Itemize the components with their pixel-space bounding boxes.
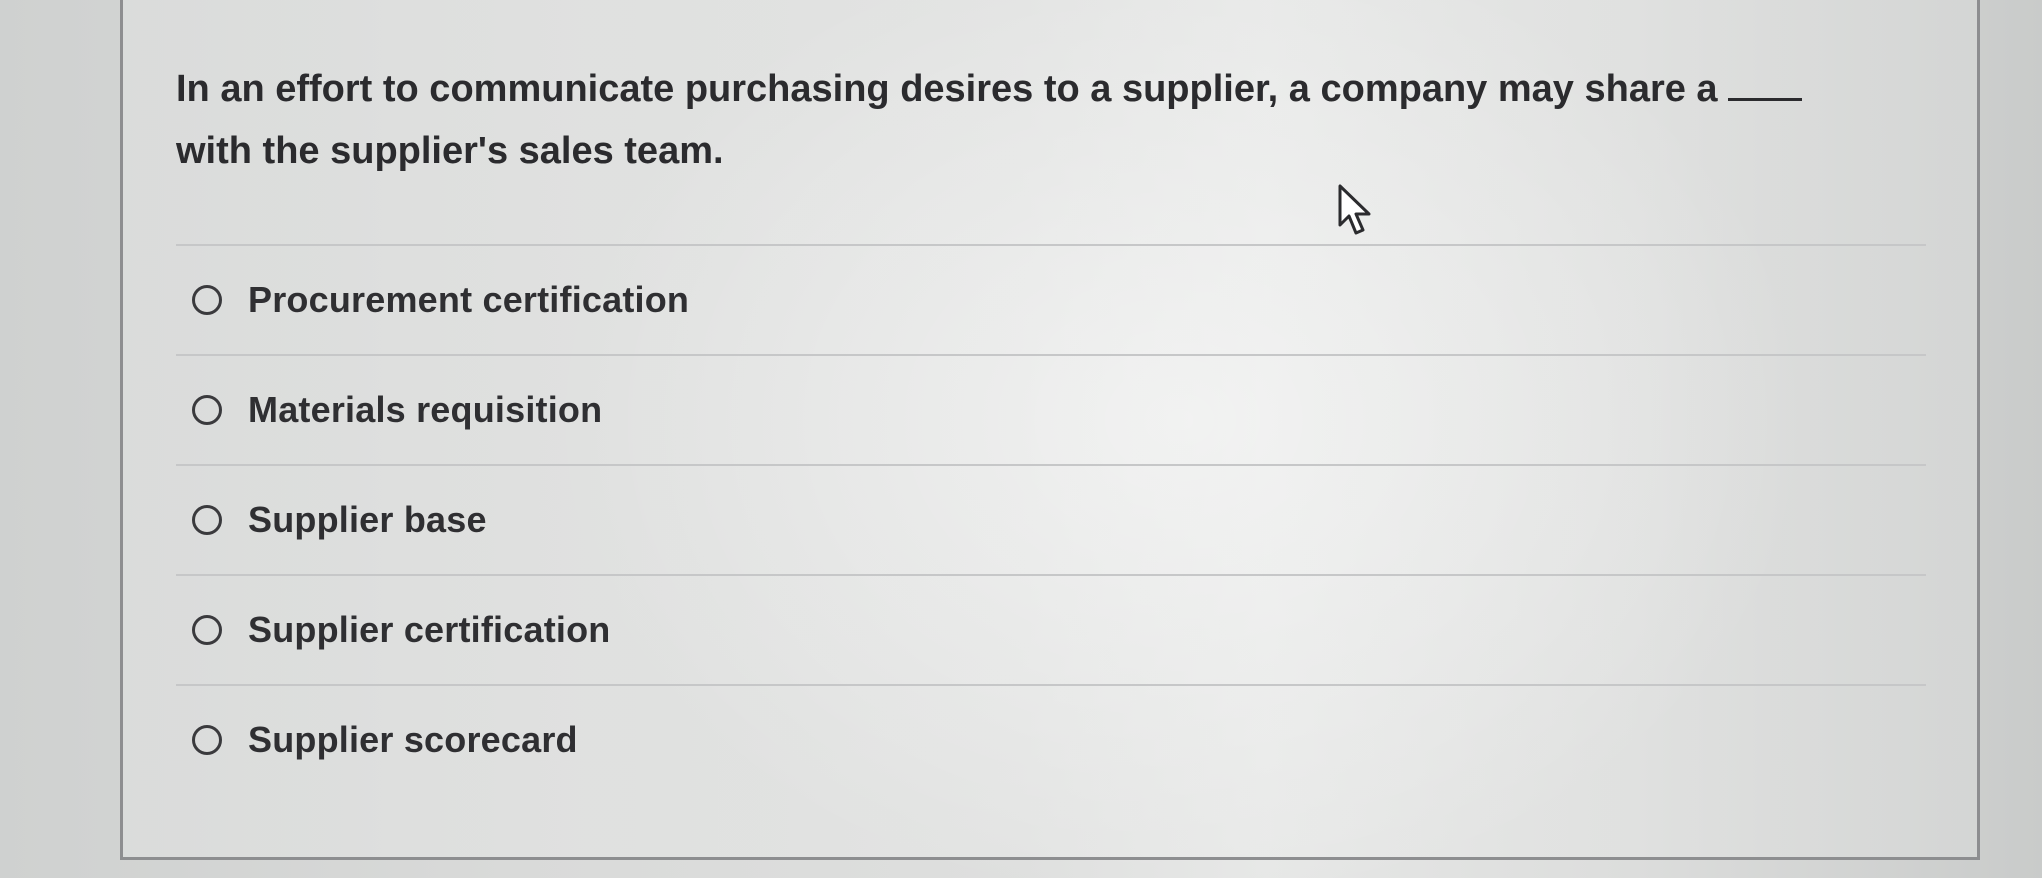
option-label: Supplier base (248, 499, 487, 540)
answer-options: Procurement certification Materials requ… (176, 244, 1926, 794)
option-supplier-base[interactable]: Supplier base (176, 466, 1926, 574)
option-label: Procurement certification (248, 279, 690, 320)
radio-unchecked-icon[interactable] (192, 505, 222, 535)
question-text: In an effort to communicate purchasing d… (176, 58, 1896, 182)
radio-unchecked-icon[interactable] (192, 285, 222, 315)
option-materials-requisition[interactable]: Materials requisition (176, 356, 1926, 464)
option-label: Materials requisition (248, 389, 603, 430)
option-supplier-scorecard[interactable]: Supplier scorecard (176, 686, 1926, 794)
radio-unchecked-icon[interactable] (192, 615, 222, 645)
option-label: Supplier certification (248, 609, 611, 650)
option-supplier-certification[interactable]: Supplier certification (176, 576, 1926, 684)
mouse-pointer-icon (1338, 184, 1371, 235)
question-stem: In an effort to communicate purchasing d… (176, 68, 1718, 110)
option-procurement-certification[interactable]: Procurement certification (176, 246, 1926, 354)
radio-unchecked-icon[interactable] (192, 395, 222, 425)
answer-blank (1728, 70, 1803, 101)
radio-unchecked-icon[interactable] (192, 725, 222, 755)
question-stem-end: with the supplier's sales team. (176, 130, 724, 172)
option-label: Supplier scorecard (248, 719, 578, 760)
